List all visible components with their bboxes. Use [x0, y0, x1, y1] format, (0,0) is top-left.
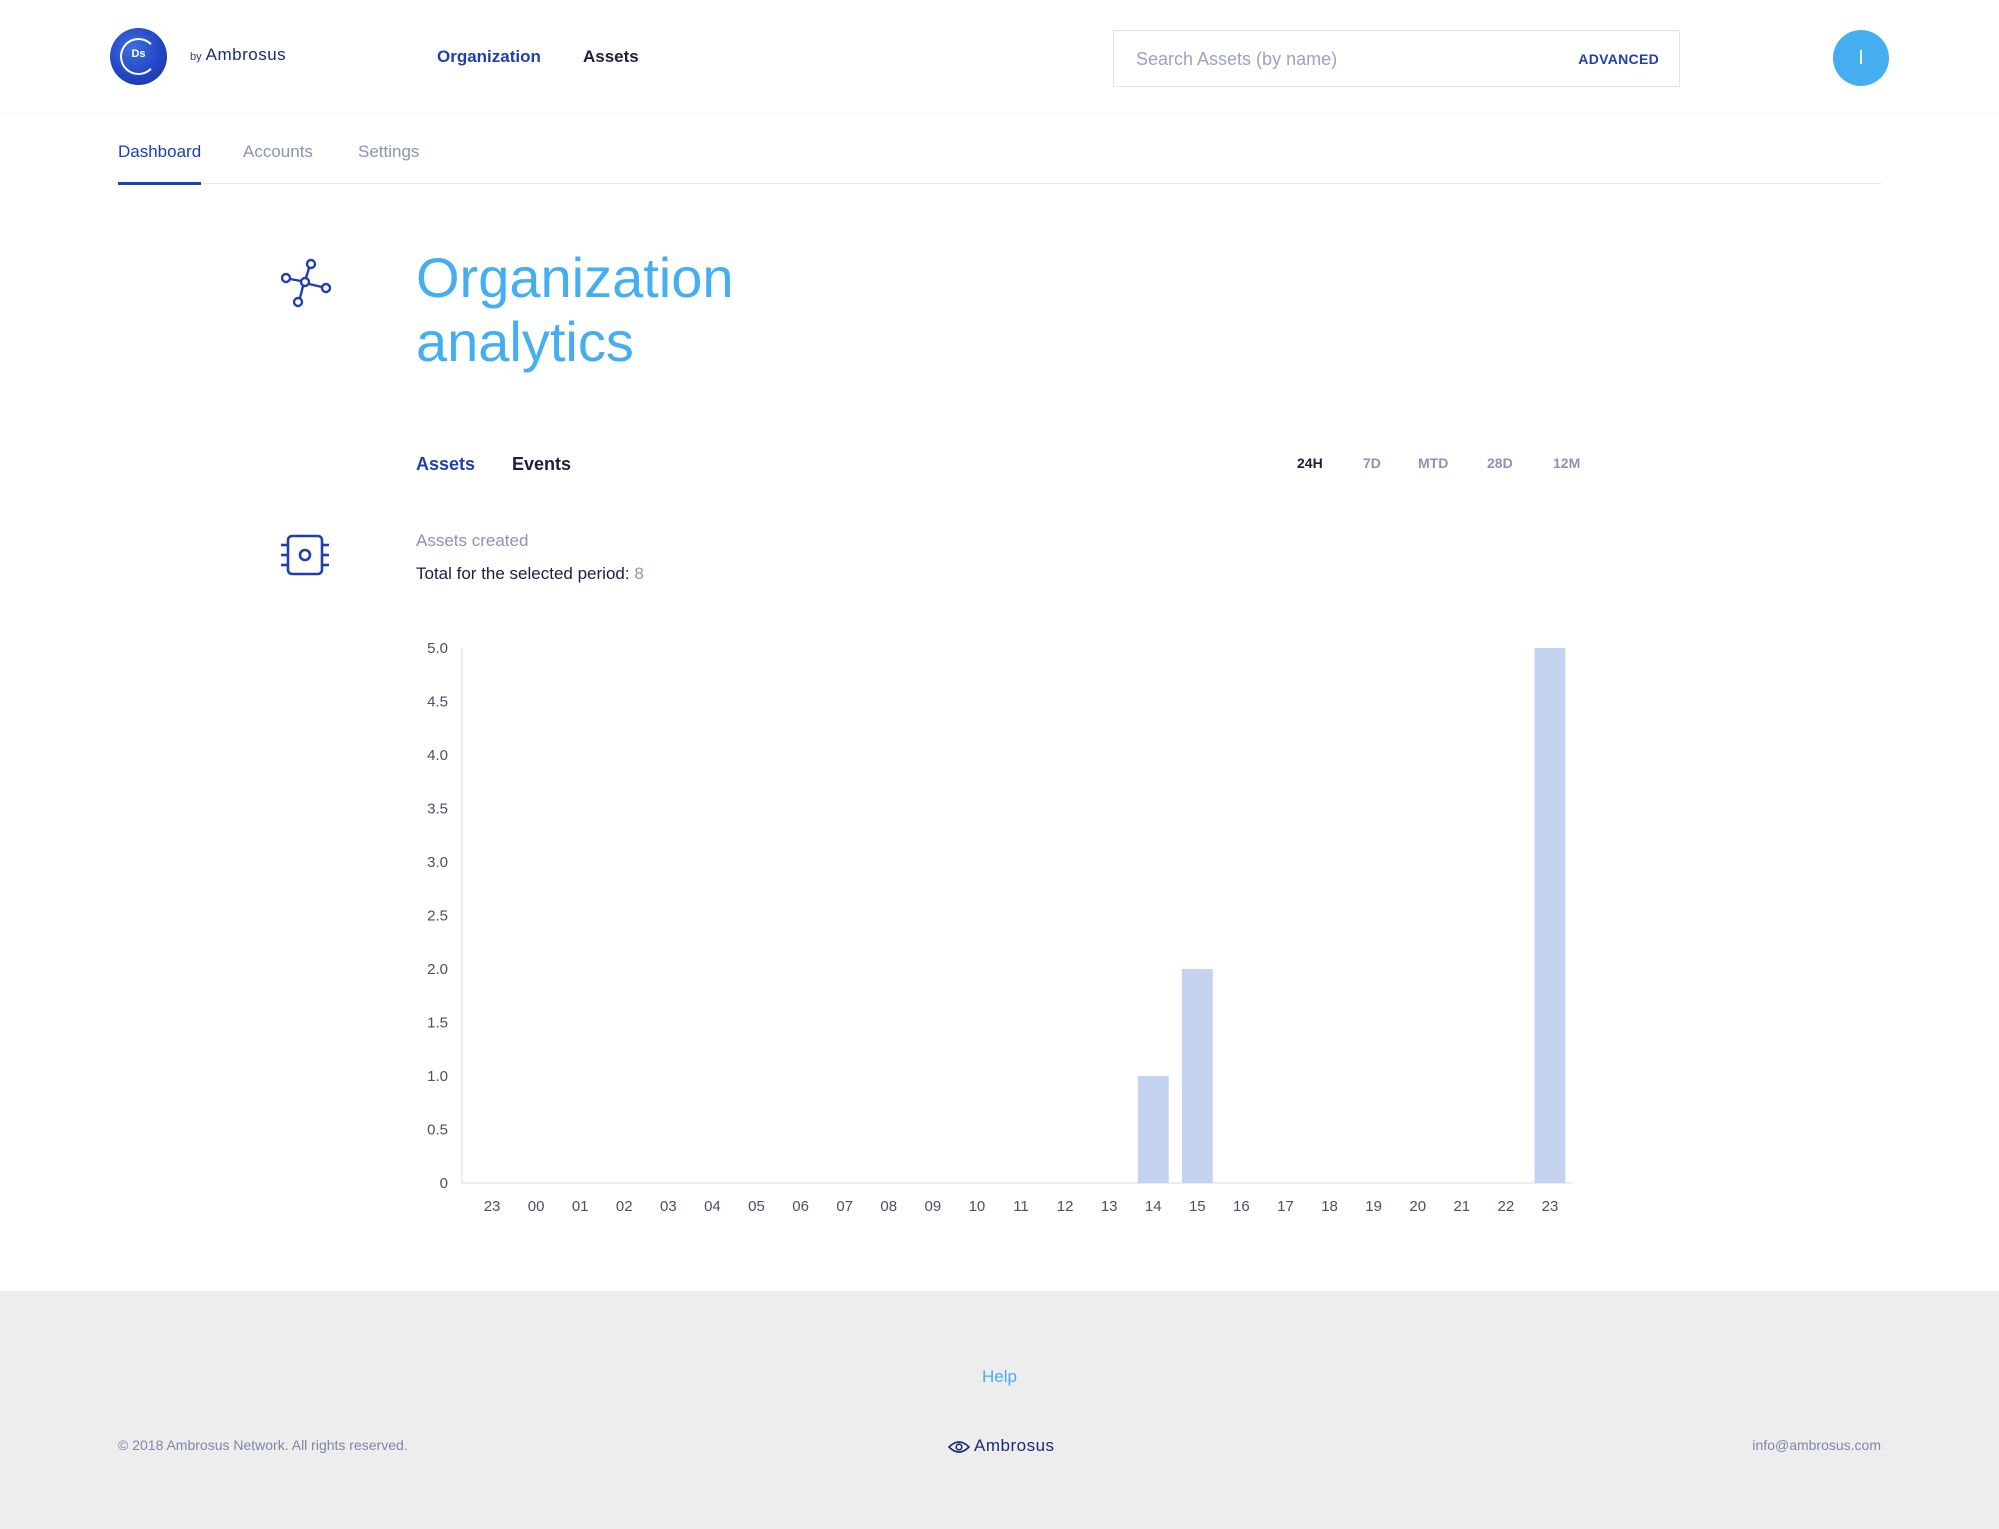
assets-bar-chart: 0 0.5 1.0 1.5 2.0 2.5 3.0 3.5 4.0 4.5 5.0 23 00 01 02 0…	[427, 640, 1572, 1215]
top-header: Ds byAmbrosus Organization Assets ADVANC…	[0, 0, 1999, 112]
contact-email[interactable]: info@ambrosus.com	[1752, 1437, 1881, 1453]
x-tick-label: 10	[969, 1198, 986, 1215]
period-7d[interactable]: 7D	[1363, 455, 1381, 471]
y-tick-label: 1.5	[427, 1015, 448, 1032]
tab-events[interactable]: Events	[512, 454, 571, 475]
x-tick-label: 11	[1013, 1198, 1029, 1215]
bar	[1534, 648, 1566, 1183]
app-logo[interactable]: Ds	[110, 28, 167, 85]
sub-navigation: Dashboard Accounts Settings	[118, 112, 1881, 185]
x-tick-label: 13	[1101, 1198, 1118, 1215]
x-tick-label: 06	[792, 1198, 809, 1215]
y-tick-label: 1.0	[427, 1068, 448, 1085]
network-icon	[281, 258, 331, 308]
y-tick-label: 0.5	[427, 1122, 448, 1139]
x-tick-label: 04	[704, 1198, 721, 1215]
x-tick-label: 16	[1233, 1198, 1250, 1215]
x-tick-label: 19	[1365, 1198, 1382, 1215]
y-tick-label: 4.5	[427, 694, 448, 711]
page-title: Organization analytics	[416, 246, 916, 374]
total-line: Total for the selected period: 8	[416, 564, 644, 584]
x-tick-label: 09	[924, 1198, 941, 1215]
search-input[interactable]	[1136, 45, 1536, 73]
period-mtd[interactable]: MTD	[1418, 455, 1448, 471]
page-title-line2: analytics	[416, 310, 634, 373]
y-tick-label: 4.0	[427, 747, 448, 764]
nav-assets[interactable]: Assets	[583, 47, 639, 67]
y-tick-label: 5.0	[427, 640, 448, 657]
x-tick-label: 07	[836, 1198, 853, 1215]
section-label: Assets created	[416, 531, 529, 550]
page-title-line1: Organization	[416, 246, 734, 309]
y-tick-label: 3.0	[427, 854, 448, 871]
x-tick-label: 00	[528, 1198, 545, 1215]
period-12m[interactable]: 12M	[1553, 455, 1580, 471]
tab-assets[interactable]: Assets	[416, 454, 475, 475]
x-tick-label: 20	[1409, 1198, 1426, 1215]
x-tick-label: 01	[572, 1198, 589, 1215]
bar	[1181, 969, 1213, 1183]
y-tick-label: 3.5	[427, 801, 448, 818]
nav-organization[interactable]: Organization	[437, 47, 541, 67]
logo-text: Ds	[131, 48, 146, 60]
footer-brand-name: Ambrosus	[974, 1436, 1055, 1455]
x-tick-label: 22	[1498, 1198, 1515, 1215]
brand-name: Ambrosus	[205, 45, 287, 64]
byline: by Ambrosus	[190, 45, 286, 65]
x-tick-label: 15	[1189, 1198, 1206, 1215]
bar	[1137, 1076, 1169, 1183]
total-value: 8	[634, 564, 644, 583]
tab-settings[interactable]: Settings	[358, 142, 419, 182]
advanced-search-button[interactable]: ADVANCED	[1578, 51, 1659, 67]
x-tick-label: 02	[616, 1198, 633, 1215]
help-link[interactable]: Help	[0, 1367, 1999, 1387]
search-box: ADVANCED	[1113, 30, 1680, 87]
x-tick-label: 21	[1453, 1198, 1470, 1215]
y-tick-label: 2.5	[427, 908, 448, 925]
period-24h[interactable]: 24H	[1297, 455, 1323, 471]
asset-chip-icon	[281, 534, 329, 576]
x-tick-label: 23	[484, 1198, 501, 1215]
eye-icon	[948, 1440, 970, 1453]
copyright-text: © 2018 Ambrosus Network. All rights rese…	[118, 1437, 408, 1453]
tab-dashboard[interactable]: Dashboard	[118, 142, 202, 185]
user-avatar[interactable]: I	[1833, 30, 1889, 86]
x-tick-label: 18	[1321, 1198, 1338, 1215]
period-28d[interactable]: 28D	[1487, 455, 1513, 471]
footer-brand: Ambrosus	[948, 1436, 1055, 1456]
footer: Help © 2018 Ambrosus Network. All rights…	[0, 1291, 1999, 1529]
x-tick-label: 08	[880, 1198, 897, 1215]
x-tick-label: 17	[1277, 1198, 1294, 1215]
x-tick-label: 23	[1542, 1198, 1559, 1215]
by-text: by	[190, 51, 202, 63]
x-tick-label: 14	[1145, 1198, 1162, 1215]
total-label: Total for the selected period:	[416, 564, 630, 583]
y-tick-label: 2.0	[427, 961, 448, 978]
y-tick-label: 0	[440, 1175, 448, 1192]
x-tick-label: 03	[660, 1198, 677, 1215]
x-tick-label: 12	[1057, 1198, 1074, 1215]
x-tick-label: 05	[748, 1198, 765, 1215]
tab-accounts[interactable]: Accounts	[243, 142, 313, 182]
